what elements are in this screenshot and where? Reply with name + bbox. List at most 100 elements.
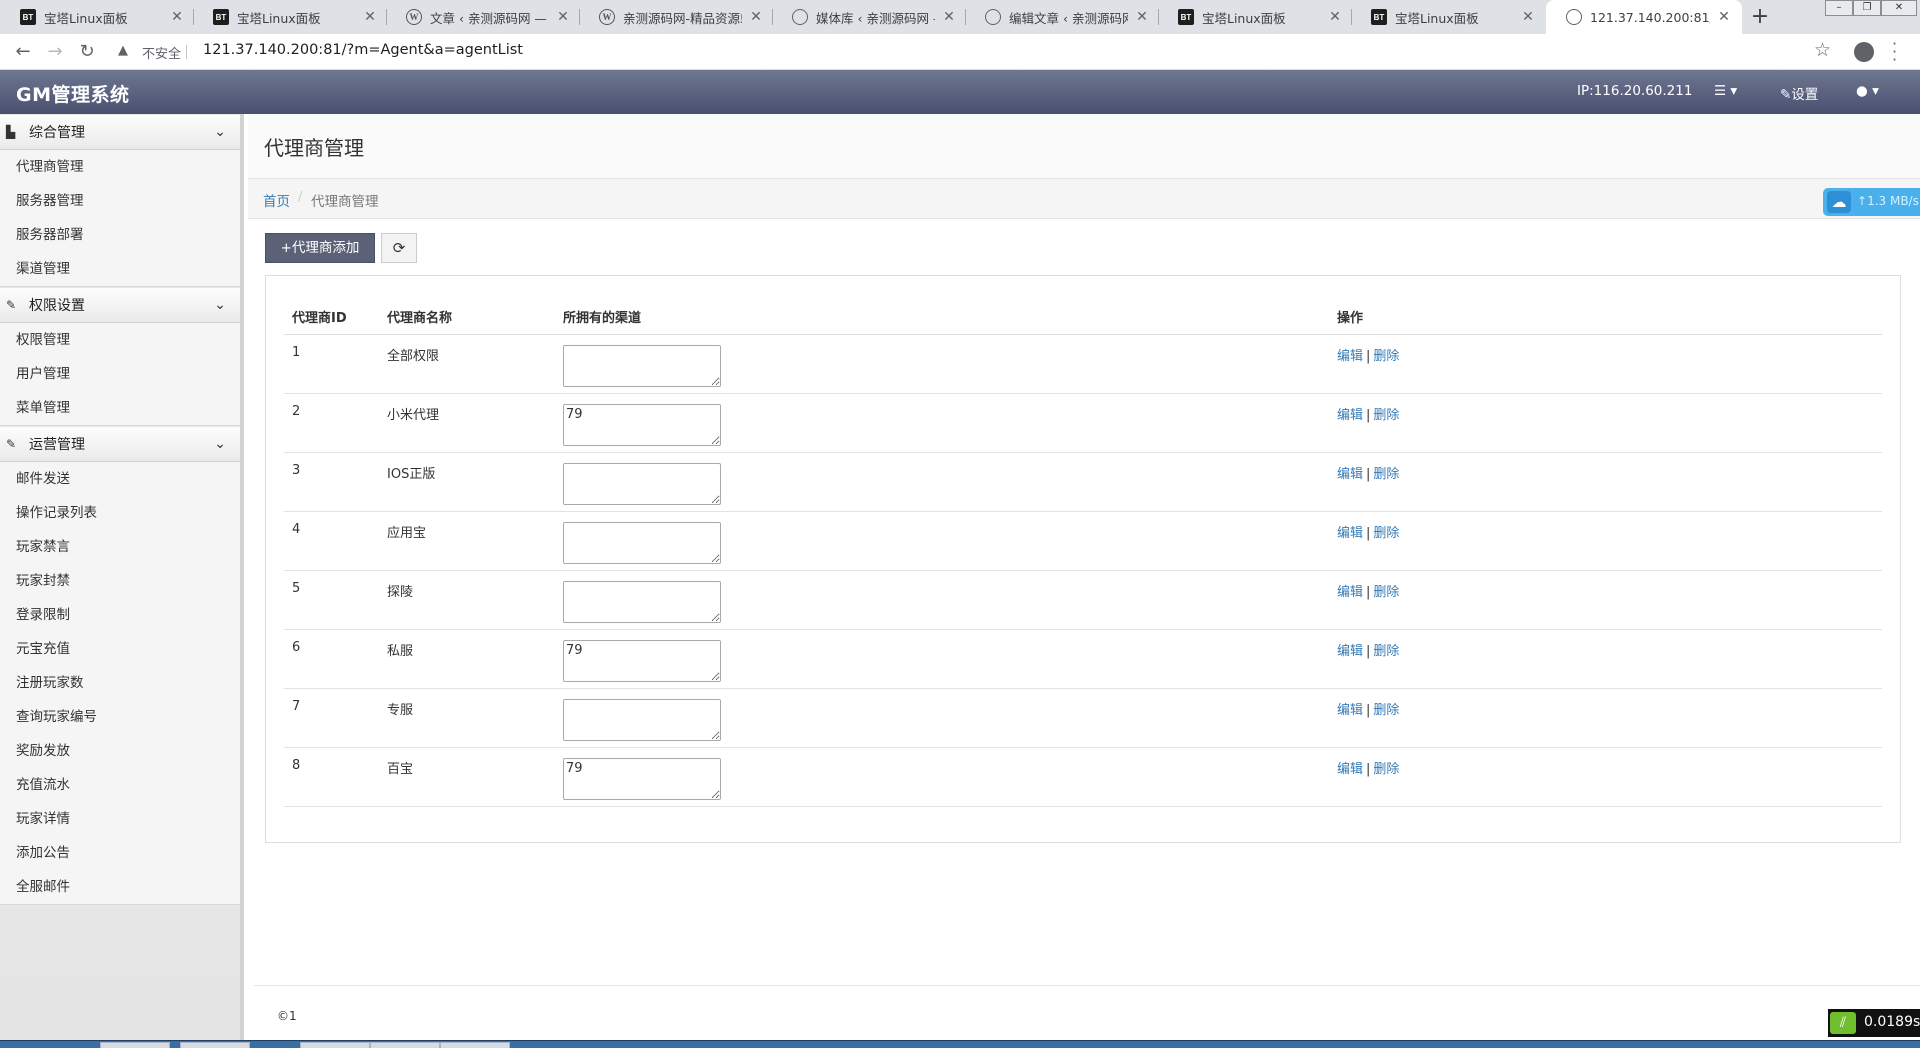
breadcrumb-home-link[interactable]: 首页 xyxy=(263,190,290,210)
list-menu-icon[interactable]: ☰ ▾ xyxy=(1714,83,1737,99)
sidebar-item-user[interactable]: 用户管理 xyxy=(0,357,240,391)
delete-link[interactable]: 删除 xyxy=(1373,762,1399,777)
restore-button[interactable]: ❐ xyxy=(1853,0,1881,16)
security-label[interactable]: 不安全 xyxy=(142,43,181,62)
edit-link[interactable]: 编辑 xyxy=(1337,762,1363,777)
browser-tab[interactable]: W 文章 ‹ 亲测源码网 — W ✕ xyxy=(386,0,581,34)
taskbar-button[interactable] xyxy=(440,1042,510,1048)
edit-link[interactable]: 编辑 xyxy=(1337,349,1363,364)
table-row: 2 小米代理 79 编辑 | 删除 xyxy=(284,393,1882,453)
sidebar-item-agent[interactable]: 代理商管理 xyxy=(0,150,240,184)
sidebar-item-recharge[interactable]: 元宝充值 xyxy=(0,632,240,666)
browser-tab[interactable]: BT 宝塔Linux面板 ✕ xyxy=(1158,0,1353,34)
tab-close-icon[interactable]: ✕ xyxy=(941,9,957,25)
channels-textarea[interactable] xyxy=(563,521,721,564)
edit-link[interactable]: 编辑 xyxy=(1337,644,1363,659)
edit-link[interactable]: 编辑 xyxy=(1337,408,1363,423)
channels-textarea[interactable] xyxy=(563,698,721,741)
browser-tab-active[interactable]: 121.37.140.200:81/?m ✕ xyxy=(1546,0,1742,34)
app-brand[interactable]: GM管理系统 xyxy=(16,80,130,107)
bookmark-star-icon[interactable]: ☆ xyxy=(1814,39,1831,61)
tab-close-icon[interactable]: ✕ xyxy=(748,9,764,25)
sidebar-item-permission[interactable]: 权限管理 xyxy=(0,323,240,357)
browser-tab[interactable]: 媒体库 ‹ 亲测源码网 — ✕ xyxy=(772,0,967,34)
tab-close-icon[interactable]: ✕ xyxy=(1134,9,1150,25)
edit-link[interactable]: 编辑 xyxy=(1337,585,1363,600)
forward-icon[interactable]: → xyxy=(42,39,68,65)
taskbar-button[interactable] xyxy=(100,1042,170,1048)
action-separator: | xyxy=(1366,525,1371,541)
browser-tab[interactable]: 编辑文章 ‹ 亲测源码网 - ✕ xyxy=(965,0,1160,34)
browser-tab[interactable]: BT 宝塔Linux面板 ✕ xyxy=(193,0,388,34)
sidebar-item-channel[interactable]: 渠道管理 xyxy=(0,252,240,286)
delete-link[interactable]: 删除 xyxy=(1373,408,1399,423)
channels-textarea[interactable] xyxy=(563,344,721,387)
sidebar-item-mute[interactable]: 玩家禁言 xyxy=(0,530,240,564)
taskbar-button[interactable] xyxy=(180,1042,250,1048)
sidebar-item-ban[interactable]: 玩家封禁 xyxy=(0,564,240,598)
tab-divider xyxy=(1158,9,1159,25)
sidebar-item-mail[interactable]: 邮件发送 xyxy=(0,462,240,496)
edit-link[interactable]: 编辑 xyxy=(1337,703,1363,718)
agent-channels-cell: 79 xyxy=(555,747,1329,807)
delete-link[interactable]: 删除 xyxy=(1373,467,1399,482)
tab-close-icon[interactable]: ✕ xyxy=(555,9,571,25)
minimize-button[interactable]: – xyxy=(1825,0,1853,16)
reload-icon[interactable]: ↻ xyxy=(74,39,100,65)
tab-close-icon[interactable]: ✕ xyxy=(169,9,185,25)
agent-id: 4 xyxy=(284,511,379,571)
browser-tab[interactable]: BT 宝塔Linux面板 ✕ xyxy=(1351,0,1546,34)
channels-textarea[interactable]: 79 xyxy=(563,403,721,446)
sidebar-group-header[interactable]: ✎ 权限设置 ⌄ xyxy=(0,287,240,323)
delete-link[interactable]: 删除 xyxy=(1373,644,1399,659)
sidebar-item-register-count[interactable]: 注册玩家数 xyxy=(0,666,240,700)
browser-menu-icon[interactable]: · · · xyxy=(1892,36,1897,68)
warning-icon[interactable]: ▲ xyxy=(118,43,128,58)
profile-avatar-icon[interactable] xyxy=(1854,42,1874,62)
channels-textarea[interactable] xyxy=(563,580,721,623)
sidebar-item-deploy[interactable]: 服务器部署 xyxy=(0,218,240,252)
sidebar-item-flow[interactable]: 充值流水 xyxy=(0,768,240,802)
sidebar-item-server[interactable]: 服务器管理 xyxy=(0,184,240,218)
window-close-button[interactable]: ✕ xyxy=(1881,0,1917,16)
sidebar-item-reward[interactable]: 奖励发放 xyxy=(0,734,240,768)
sidebar-item-global-mail[interactable]: 全服邮件 xyxy=(0,870,240,904)
tab-close-icon[interactable]: ✕ xyxy=(1327,9,1343,25)
refresh-button[interactable]: ⟳ xyxy=(381,233,417,263)
table-row: 5 探陵 编辑 | 删除 xyxy=(284,570,1882,630)
taskbar-button[interactable] xyxy=(370,1042,440,1048)
taskbar-button[interactable] xyxy=(300,1042,370,1048)
channels-textarea[interactable]: 79 xyxy=(563,639,721,682)
browser-tab[interactable]: BT 宝塔Linux面板 ✕ xyxy=(0,0,195,34)
action-separator: | xyxy=(1366,643,1371,659)
channels-textarea[interactable] xyxy=(563,462,721,505)
sidebar-group-header[interactable]: ✎ 运营管理 ⌄ xyxy=(0,426,240,462)
network-speed-widget[interactable]: ☁ ↑1.3 MB/s xyxy=(1823,188,1920,216)
tab-close-icon[interactable]: ✕ xyxy=(362,9,378,25)
sidebar-item-player-detail[interactable]: 玩家详情 xyxy=(0,802,240,836)
sidebar-item-login-limit[interactable]: 登录限制 xyxy=(0,598,240,632)
table-row: 7 专服 编辑 | 删除 xyxy=(284,688,1882,748)
delete-link[interactable]: 删除 xyxy=(1373,585,1399,600)
tab-divider xyxy=(1351,9,1352,25)
edit-link[interactable]: 编辑 xyxy=(1337,467,1363,482)
sidebar-item-player-id[interactable]: 查询玩家编号 xyxy=(0,700,240,734)
sidebar-group-header[interactable]: ▙ 综合管理 ⌄ xyxy=(0,114,240,150)
sidebar-item-oplog[interactable]: 操作记录列表 xyxy=(0,496,240,530)
add-agent-button[interactable]: +代理商添加 xyxy=(265,233,375,263)
channels-textarea[interactable]: 79 xyxy=(563,757,721,800)
delete-link[interactable]: 删除 xyxy=(1373,703,1399,718)
sidebar-item-menu[interactable]: 菜单管理 xyxy=(0,391,240,425)
tab-close-icon[interactable]: ✕ xyxy=(1716,9,1732,25)
tab-close-icon[interactable]: ✕ xyxy=(1520,9,1536,25)
user-menu-icon[interactable]: ● ▾ xyxy=(1856,83,1879,99)
settings-menu[interactable]: ✎设置 xyxy=(1780,83,1818,103)
back-icon[interactable]: ← xyxy=(10,39,36,65)
edit-link[interactable]: 编辑 xyxy=(1337,526,1363,541)
browser-tab[interactable]: W 亲测源码网-精品资源站 ✕ xyxy=(579,0,774,34)
delete-link[interactable]: 删除 xyxy=(1373,349,1399,364)
address-bar[interactable]: 121.37.140.200:81/?m=Agent&a=agentList xyxy=(203,42,523,58)
new-tab-button[interactable]: + xyxy=(1746,3,1774,31)
sidebar-item-notice[interactable]: 添加公告 xyxy=(0,836,240,870)
delete-link[interactable]: 删除 xyxy=(1373,526,1399,541)
